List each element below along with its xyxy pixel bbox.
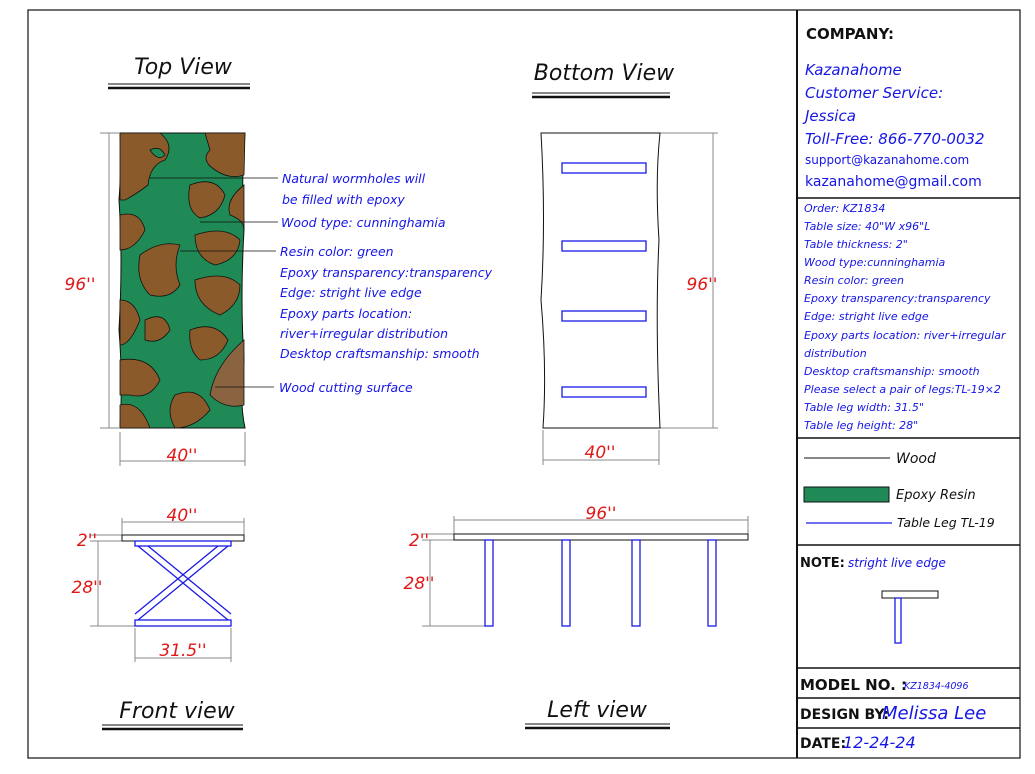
left-view-title: Left view — [547, 698, 648, 723]
svg-text:40'': 40'' — [167, 506, 198, 526]
svg-text:Edge: stright live edge: Edge: stright live edge — [280, 285, 422, 300]
title-underline — [525, 723, 670, 730]
svg-text:Table leg width: 31.5": Table leg width: 31.5" — [804, 401, 924, 414]
svg-text:Desktop craftsmanship: smooth: Desktop craftsmanship: smooth — [804, 365, 980, 378]
date-label: DATE: — [800, 736, 846, 752]
svg-text:be filled with epoxy: be filled with epoxy — [282, 192, 405, 207]
svg-text:Customer Service:: Customer Service: — [805, 84, 943, 102]
svg-text:Resin color: green: Resin color: green — [280, 244, 394, 259]
bottom-view-title: Bottom View — [534, 61, 675, 86]
designer: Melissa Lee — [882, 703, 986, 724]
svg-text:96'': 96'' — [65, 275, 96, 295]
edge-profile — [881, 590, 939, 644]
svg-text:Edge: stright live edge: Edge: stright live edge — [804, 310, 929, 323]
svg-text:Resin color: green: Resin color: green — [804, 274, 904, 287]
legend-wood: Wood — [896, 451, 936, 467]
svg-text:Table thickness: 2": Table thickness: 2" — [804, 238, 908, 251]
svg-text:Table size: 40"W x96"L: Table size: 40"W x96"L — [804, 220, 930, 233]
legend: Wood Epoxy Resin Table Leg TL-19 — [803, 451, 995, 530]
title-underline — [102, 724, 243, 731]
svg-text:Epoxy transparency:transparenc: Epoxy transparency:transparency — [280, 265, 493, 280]
svg-text:Jessica: Jessica — [802, 107, 856, 125]
svg-text:2'': 2'' — [409, 531, 429, 551]
svg-text:Toll-Free: 866-770-0032: Toll-Free: 866-770-0032 — [805, 130, 985, 148]
top-view-title: Top View — [134, 55, 233, 80]
svg-text:kazanahome@gmail.com: kazanahome@gmail.com — [805, 174, 982, 190]
svg-text:Kazanahome: Kazanahome — [805, 61, 902, 79]
svg-text:96'': 96'' — [586, 504, 617, 524]
order-specs: Order: KZ1834 Table size: 40"W x96"L Tab… — [804, 202, 1007, 432]
svg-text:Wood type:cunninghamia: Wood type:cunninghamia — [804, 256, 946, 269]
left-view — [453, 533, 749, 627]
svg-text:40'': 40'' — [585, 443, 616, 463]
svg-text:Order: KZ1834: Order: KZ1834 — [804, 202, 885, 215]
svg-text:Natural wormholes will: Natural wormholes will — [282, 171, 426, 186]
date: 12-24-24 — [843, 733, 916, 752]
svg-text:28'': 28'' — [72, 578, 103, 598]
svg-text:Epoxy parts location: river+ir: Epoxy parts location: river+irregular — [804, 329, 1007, 342]
model-number: KZ1834-4096 — [904, 681, 969, 692]
title-underline — [532, 92, 670, 99]
bottom-view — [540, 132, 661, 429]
legend-leg: Table Leg TL-19 — [897, 515, 995, 530]
drawing-sheet: Top View Bottom View Front view Left vie… — [27, 9, 1021, 759]
svg-text:40'': 40'' — [167, 446, 198, 466]
svg-text:Wood cutting surface: Wood cutting surface — [279, 380, 413, 395]
svg-text:Please select a pair of legs:T: Please select a pair of legs:TL-19×2 — [804, 383, 1001, 396]
svg-text:31.5'': 31.5'' — [159, 641, 206, 661]
title-underline — [108, 83, 250, 90]
top-view-slab — [118, 132, 246, 429]
design-label: DESIGN BY: — [800, 707, 889, 723]
note-label: NOTE: — [800, 556, 845, 571]
model-label: MODEL NO. : — [800, 676, 907, 694]
company-label: COMPANY: — [806, 25, 894, 43]
svg-text:Desktop craftsmanship: smooth: Desktop craftsmanship: smooth — [280, 346, 480, 361]
svg-text:distribution: distribution — [804, 347, 867, 360]
front-view — [121, 534, 245, 627]
svg-text:Epoxy transparency:transparenc: Epoxy transparency:transparency — [804, 292, 991, 305]
legend-epoxy: Epoxy Resin — [896, 488, 976, 503]
svg-text:river+irregular distribution: river+irregular distribution — [280, 326, 448, 341]
svg-text:28'': 28'' — [404, 574, 435, 594]
svg-text:2'': 2'' — [77, 531, 97, 551]
svg-text:Wood type: cunninghamia: Wood type: cunninghamia — [281, 215, 446, 230]
svg-text:96'': 96'' — [687, 275, 718, 295]
top-view-callouts: Natural wormholes will be filled with ep… — [279, 171, 493, 395]
svg-text:Epoxy parts location:: Epoxy parts location: — [280, 306, 412, 321]
svg-text:support@kazanahome.com: support@kazanahome.com — [805, 153, 969, 167]
front-view-title: Front view — [119, 699, 235, 724]
note-text: stright live edge — [848, 556, 946, 570]
company-info: Kazanahome Customer Service: Jessica Tol… — [802, 61, 985, 190]
legend-epoxy-swatch — [803, 486, 890, 503]
svg-text:Table leg height: 28": Table leg height: 28" — [804, 419, 918, 432]
